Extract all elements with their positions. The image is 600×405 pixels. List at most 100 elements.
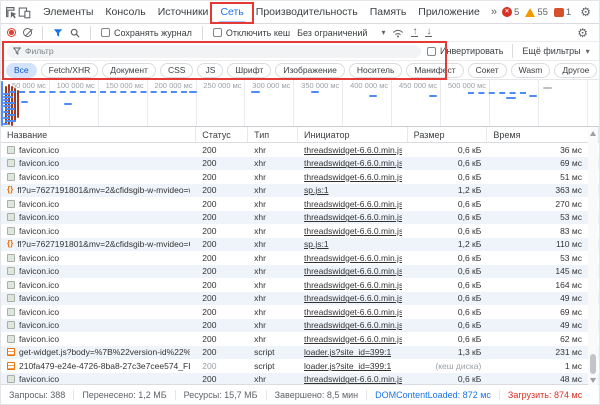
filter-funnel-icon[interactable] [53, 28, 63, 38]
initiator-link[interactable]: threadswidget-6.6.0.min.js:699 [304, 320, 402, 330]
issues-badge[interactable]: 1 [554, 7, 571, 18]
initiator-link[interactable]: threadswidget-6.6.0.min.js:699 [304, 212, 402, 222]
column-header-type[interactable]: Тип [248, 127, 298, 142]
chip-все[interactable]: Все [6, 63, 37, 78]
chip-документ[interactable]: Документ [102, 63, 156, 78]
initiator-link[interactable]: threadswidget-6.6.0.min.js:699 [304, 226, 402, 236]
column-header-name[interactable]: Название [1, 127, 196, 142]
json-file-icon: {} [7, 186, 13, 194]
request-size: 1,2 кБ [408, 238, 488, 252]
initiator-link[interactable]: threadswidget-6.6.0.min.js:699 [304, 172, 402, 182]
inspect-element-icon[interactable] [5, 2, 18, 22]
tab-application[interactable]: Приложение [412, 1, 486, 23]
initiator-link[interactable]: loader.js?site_id=399:1 [304, 347, 391, 357]
table-row[interactable]: favicon.ico200xhrthreadswidget-6.6.0.min… [1, 157, 599, 171]
chip-сокет[interactable]: Сокет [468, 63, 507, 78]
table-row[interactable]: favicon.ico200xhrthreadswidget-6.6.0.min… [1, 197, 599, 211]
request-type: script [248, 359, 298, 373]
chip-другое[interactable]: Другое [554, 63, 597, 78]
warnings-badge[interactable]: 55 [525, 7, 548, 18]
tab-memory[interactable]: Память [364, 1, 413, 23]
table-row[interactable]: favicon.ico200xhrthreadswidget-6.6.0.min… [1, 292, 599, 306]
errors-badge[interactable]: ✕5 [502, 7, 519, 18]
checkbox-icon [101, 28, 110, 37]
table-row[interactable]: favicon.ico200xhrthreadswidget-6.6.0.min… [1, 170, 599, 184]
table-row[interactable]: favicon.ico200xhrthreadswidget-6.6.0.min… [1, 211, 599, 225]
console-badges: ✕5 55 1 [502, 7, 575, 18]
chip-wasm[interactable]: Wasm [511, 63, 551, 78]
initiator-link[interactable]: threadswidget-6.6.0.min.js:699 [304, 307, 402, 317]
tab-sources[interactable]: Источники [152, 1, 215, 23]
preserve-log-checkbox[interactable]: Сохранять журнал [101, 28, 192, 38]
settings-gear-icon[interactable]: ⚙ [575, 5, 596, 19]
invert-filter-checkbox[interactable]: Инвертировать [427, 46, 503, 56]
chip-шрифт[interactable]: Шрифт [227, 63, 271, 78]
initiator-link[interactable]: sp.js:1 [304, 185, 329, 195]
chip-js[interactable]: JS [197, 63, 223, 78]
request-size: 0,6 кБ [408, 278, 488, 292]
timeline-overview[interactable]: 50 000 мс100 000 мс150 000 мс200 000 мс2… [1, 80, 599, 127]
table-row[interactable]: favicon.ico200xhrthreadswidget-6.6.0.min… [1, 265, 599, 279]
table-row[interactable]: favicon.ico200xhrthreadswidget-6.6.0.min… [1, 305, 599, 319]
initiator-link[interactable]: loader.js?site_id=399:1 [304, 361, 391, 371]
initiator-link[interactable]: threadswidget-6.6.0.min.js:699 [304, 280, 402, 290]
vertical-scrollbar[interactable] [588, 129, 598, 385]
tab-console[interactable]: Консоль [99, 1, 151, 23]
scroll-down-icon[interactable] [590, 378, 596, 383]
scrollbar-thumb[interactable] [590, 354, 596, 374]
initiator-link[interactable]: sp.js:1 [304, 239, 329, 249]
column-header-status[interactable]: Статус [196, 127, 248, 142]
table-row[interactable]: favicon.ico200xhrthreadswidget-6.6.0.min… [1, 224, 599, 238]
record-network-log-icon[interactable] [7, 28, 16, 37]
timeline-activity-mark [251, 91, 260, 93]
table-row[interactable]: favicon.ico200xhrthreadswidget-6.6.0.min… [1, 332, 599, 346]
request-name: favicon.ico [19, 253, 59, 263]
table-row[interactable]: favicon.ico200xhrthreadswidget-6.6.0.min… [1, 319, 599, 333]
chip-манифест[interactable]: Манифест [406, 63, 463, 78]
tab-elements[interactable]: Элементы [37, 1, 99, 23]
initiator-link[interactable]: threadswidget-6.6.0.min.js:699 [304, 374, 402, 384]
initiator-link[interactable]: threadswidget-6.6.0.min.js:699 [304, 199, 402, 209]
initiator-link[interactable]: threadswidget-6.6.0.min.js:699 [304, 145, 402, 155]
request-time: 69 мс [487, 157, 599, 171]
timeline-gridline [490, 80, 539, 126]
column-header-time[interactable]: Время [487, 127, 599, 142]
table-row[interactable]: favicon.ico200xhrthreadswidget-6.6.0.min… [1, 143, 599, 157]
table-row[interactable]: 210fa479-e24e-4726-8ba8-27c3e7cee574_FL_… [1, 359, 599, 373]
throttling-dropdown[interactable]: Без ограничений ▾ [297, 28, 385, 38]
scroll-up-icon[interactable] [590, 131, 596, 136]
disable-cache-label: Отключить кеш [226, 28, 290, 38]
column-header-size[interactable]: Размер [408, 127, 488, 142]
chip-изображение[interactable]: Изображение [275, 63, 345, 78]
import-har-icon[interactable]: ↑ [411, 28, 418, 38]
more-tabs-icon[interactable]: » [486, 6, 502, 18]
network-settings-gear-icon[interactable]: ⚙ [572, 26, 593, 40]
more-filters-dropdown[interactable]: Ещё фильтры ▾ [522, 46, 589, 56]
tab-network[interactable]: Сеть [214, 1, 249, 23]
request-name: favicon.ico [19, 226, 59, 236]
table-row[interactable]: favicon.ico200xhrthreadswidget-6.6.0.min… [1, 278, 599, 292]
network-conditions-icon[interactable] [392, 28, 404, 38]
chip-носитель[interactable]: Носитель [349, 63, 403, 78]
initiator-link[interactable]: threadswidget-6.6.0.min.js:699 [304, 334, 402, 344]
table-row[interactable]: {}fl?u=7627191801&mv=2&cfidsgib-w-mvideo… [1, 184, 599, 198]
initiator-link[interactable]: threadswidget-6.6.0.min.js:699 [304, 158, 402, 168]
device-toolbar-icon[interactable] [18, 2, 31, 22]
table-row[interactable]: favicon.ico200xhrthreadswidget-6.6.0.min… [1, 251, 599, 265]
request-type: xhr [248, 292, 298, 306]
initiator-link[interactable]: threadswidget-6.6.0.min.js:699 [304, 266, 402, 276]
column-header-init[interactable]: Инициатор [298, 127, 408, 142]
search-icon[interactable] [70, 28, 80, 38]
table-row[interactable]: get-widget.js?body=%7B%22version-id%22%3… [1, 346, 599, 360]
filter-input[interactable] [25, 46, 415, 56]
clear-network-log-icon[interactable] [23, 28, 32, 37]
initiator-link[interactable]: threadswidget-6.6.0.min.js:699 [304, 293, 402, 303]
chip-css[interactable]: CSS [160, 63, 193, 78]
kebab-menu-icon[interactable]: ⋮ [596, 5, 600, 19]
disable-cache-checkbox[interactable]: Отключить кеш [213, 28, 290, 38]
export-har-icon[interactable]: ↓ [425, 28, 432, 38]
initiator-link[interactable]: threadswidget-6.6.0.min.js:699 [304, 253, 402, 263]
tab-performance[interactable]: Производительность [250, 1, 364, 23]
chip-fetch-xhr[interactable]: Fetch/XHR [41, 63, 99, 78]
table-row[interactable]: {}fl?u=7627191801&mv=2&cfidsgib-w-mvideo… [1, 238, 599, 252]
